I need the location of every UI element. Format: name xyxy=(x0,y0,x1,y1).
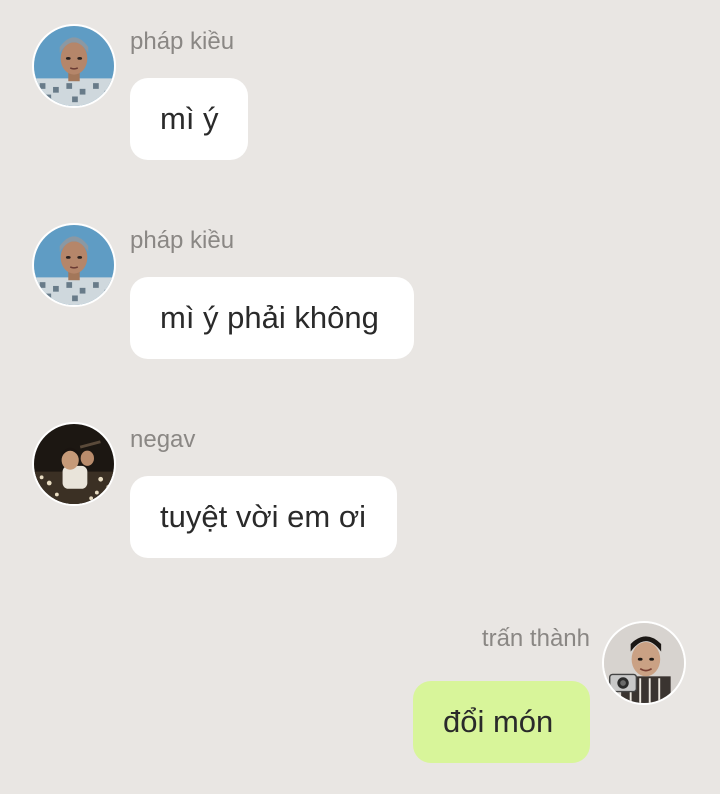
sender-name: trấn thành xyxy=(481,625,590,652)
avatar[interactable] xyxy=(602,621,686,705)
message-row: trấn thành đổi món xyxy=(0,0,720,780)
chat-thread: pháp kiều mì ý pháp kiều mì ý phải không… xyxy=(0,0,720,794)
message-bubble[interactable]: đổi món xyxy=(413,681,590,763)
avatar-image xyxy=(604,623,684,703)
